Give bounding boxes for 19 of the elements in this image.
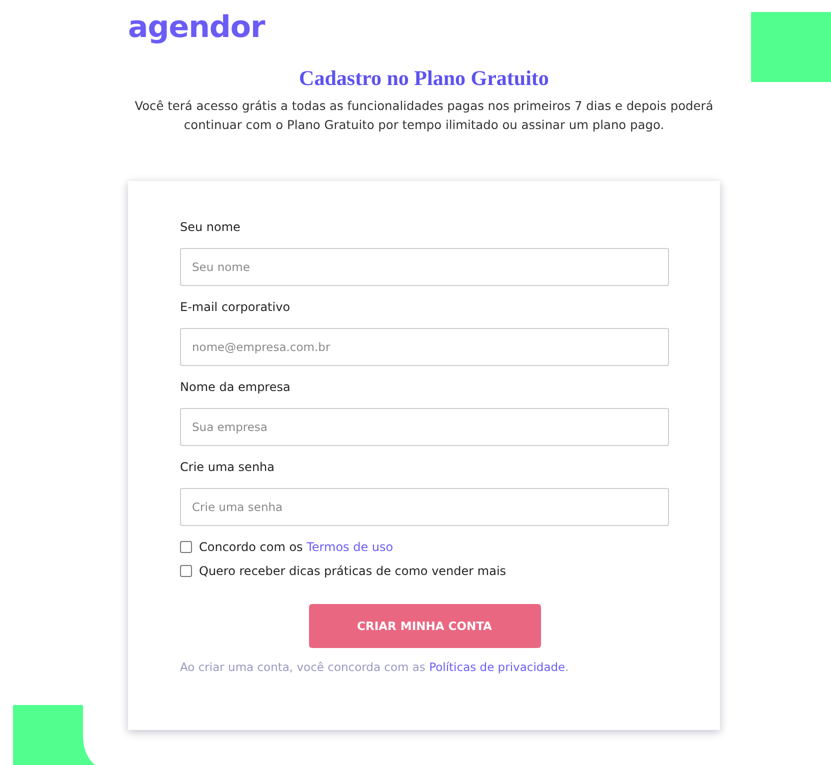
privacy-link[interactable]: Políticas de privacidade: [429, 660, 566, 674]
input-field[interactable]: Seu nome: [180, 248, 669, 286]
input-field[interactable]: Crie uma senha: [180, 488, 669, 526]
field-label: Nome da empresa: [180, 380, 290, 396]
input-field[interactable]: Sua empresa: [180, 408, 669, 446]
terms-link[interactable]: Termos de uso: [306, 540, 394, 554]
field-label: Crie uma senha: [180, 460, 275, 476]
subtitle: Você terá acesso grátis a todas as funcionalidades pagas nos primeiros 7 dias e depois poderá continuar com o Plano Gratuito por tempo ilimitado ou assinar um plano pago.: [134, 98, 714, 134]
checkbox[interactable]: [180, 541, 192, 553]
field-label: E-mail corporativo: [180, 300, 290, 316]
field-label: Seu nome: [180, 220, 240, 236]
checkbox[interactable]: [180, 565, 192, 577]
page-title: Cadastro no Plano Gratuito: [299, 66, 549, 91]
checkbox-label: Quero receber dicas práticas de como vender mais: [199, 564, 506, 578]
checkbox-label: Concordo com os Termos de uso: [199, 540, 394, 554]
logo: agendor: [128, 9, 265, 47]
privacy-note: Ao criar uma conta, você concorda com as Políticas de privacidade.: [180, 660, 570, 674]
input-field[interactable]: nome@empresa.com.br: [180, 328, 669, 366]
create-account-button[interactable]: CRIAR MINHA CONTA: [308, 604, 540, 648]
